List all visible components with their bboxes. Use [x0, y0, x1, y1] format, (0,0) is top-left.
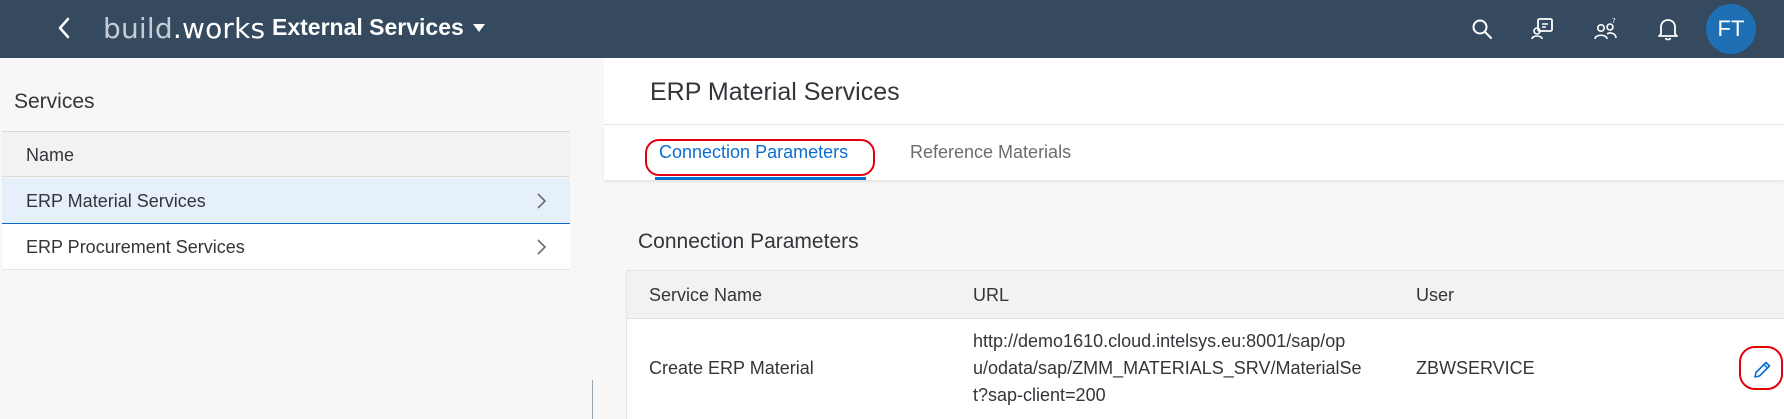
column-header-user: User [1416, 285, 1455, 305]
tab-reference-materials[interactable]: Reference Materials [902, 125, 1092, 180]
connection-parameters-table: Service Name URL User Create ERP Materia… [626, 270, 1784, 419]
back-icon [58, 17, 70, 39]
table-row[interactable]: Create ERP Material http://demo1610.clou… [627, 319, 1784, 419]
url-line: http://demo1610.cloud.intelsys.eu:8001/s… [973, 331, 1346, 351]
list-item-erp-material-services[interactable]: ERP Material Services [2, 178, 570, 224]
master-title: Services [14, 90, 95, 113]
search-icon [1472, 19, 1492, 39]
users-icon: ? [1594, 17, 1617, 40]
tab-bar: Connection Parameters Reference Material… [604, 125, 1784, 180]
table-header: Service Name URL User [627, 271, 1784, 319]
svg-text:?: ? [1612, 17, 1616, 25]
column-header-service-name: Service Name [649, 285, 763, 305]
user-groups-button[interactable]: ? [1588, 11, 1624, 47]
logo-part1: build [103, 12, 173, 45]
product-logo[interactable]: build.works [103, 12, 265, 45]
cell-user: ZBWSERVICE [1416, 358, 1535, 378]
chevron-right-icon [537, 239, 547, 255]
list-item-label: ERP Procurement Services [26, 237, 245, 257]
pencil-icon [1754, 361, 1771, 378]
notifications-button[interactable] [1650, 11, 1686, 47]
column-header-url: URL [973, 285, 1010, 305]
tab-label: Connection Parameters [659, 142, 849, 162]
tab-connection-parameters[interactable]: Connection Parameters [651, 125, 871, 180]
list-item-label: ERP Material Services [26, 191, 206, 211]
object-header: ERP Material Services [604, 58, 1784, 125]
section-title: Connection Parameters [638, 230, 859, 253]
logo-dot: . [172, 12, 182, 45]
edit-button[interactable] [1745, 353, 1779, 387]
logo-part2: works [181, 12, 266, 45]
caret-down-icon [472, 23, 485, 32]
user-avatar[interactable]: FT [1706, 4, 1756, 54]
active-tab-indicator [655, 177, 866, 180]
list-item-erp-procurement-services[interactable]: ERP Procurement Services [2, 224, 570, 270]
tab-label: Reference Materials [910, 142, 1072, 162]
object-title: ERP Material Services [650, 78, 900, 106]
chevron-right-icon [537, 193, 547, 209]
back-button[interactable] [48, 12, 80, 44]
detail-page: ERP Material Services Connection Paramet… [604, 58, 1784, 419]
search-button[interactable] [1464, 11, 1500, 47]
url-line: t?sap-client=200 [973, 385, 1106, 405]
app-title-menu[interactable]: External Services [272, 14, 486, 41]
pane-resize-handle[interactable] [592, 380, 593, 419]
url-line: u/odata/sap/ZMM_MATERIALS_SRV/MaterialSe [973, 358, 1362, 378]
list-column-header: Name [2, 131, 570, 177]
cell-service-name: Create ERP Material [649, 358, 814, 378]
services-master-list: Services Name ERP Material Services ERP … [0, 58, 572, 419]
avatar-initials: FT [1717, 16, 1745, 41]
notification-icon [1658, 19, 1678, 41]
shell-bar: build.works External Services ? FT [0, 0, 1784, 58]
app-title: External Services [272, 14, 464, 40]
products-button[interactable] [1526, 11, 1562, 47]
products-icon [1531, 18, 1553, 40]
column-header-name: Name [26, 145, 75, 165]
cell-url: http://demo1610.cloud.intelsys.eu:8001/s… [973, 328, 1393, 409]
